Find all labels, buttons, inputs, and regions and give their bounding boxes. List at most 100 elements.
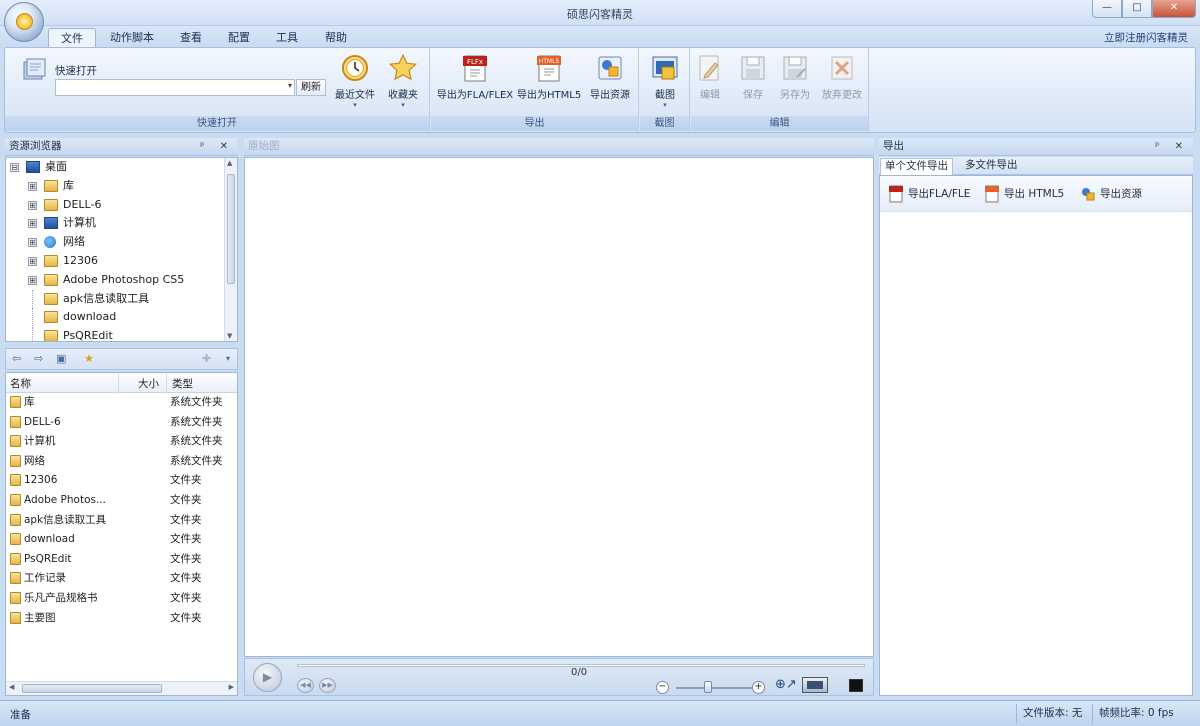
save-label: 保存: [743, 90, 763, 101]
next-frame-button[interactable]: ▶▶: [319, 678, 336, 693]
expand-icon[interactable]: ⊞: [28, 219, 37, 229]
folder-icon: [44, 273, 58, 286]
screenshot-button[interactable]: 截图 ▾: [637, 53, 693, 113]
expand-icon[interactable]: ⊞: [28, 275, 37, 285]
zoom-in-button[interactable]: +: [752, 681, 765, 694]
tree-item[interactable]: apk信息读取工具: [6, 289, 237, 309]
pin-close-icons[interactable]: ᵖ ✕: [200, 138, 234, 155]
preview-canvas[interactable]: [244, 157, 874, 657]
pin-close-icons[interactable]: ᵖ ✕: [1155, 138, 1189, 155]
quick-open-combo[interactable]: ▾: [55, 79, 295, 96]
tree-item[interactable]: PsQREdit: [6, 327, 237, 341]
tree-item[interactable]: ⊞ 计算机: [6, 214, 237, 233]
table-row[interactable]: PsQREdit 文件夹: [6, 550, 237, 570]
tree-item[interactable]: ⊞ 网络: [6, 233, 237, 252]
zoom-slider-track[interactable]: [676, 687, 756, 689]
export-resources-button[interactable]: 导出资源: [583, 53, 637, 113]
zoom-out-button[interactable]: −: [656, 681, 669, 694]
app-menu-button[interactable]: [4, 2, 44, 42]
maximize-button[interactable]: □: [1122, 0, 1152, 18]
tree-item[interactable]: ⊞ 12306: [6, 252, 237, 271]
scroll-left-icon[interactable]: ◀: [9, 683, 14, 691]
register-link[interactable]: 立即注册闪客精灵: [1104, 30, 1188, 45]
export-html5-action[interactable]: 导出 HTML5: [984, 185, 1064, 203]
save-as-label: 另存为: [780, 90, 810, 101]
prev-frame-button[interactable]: ◀◀: [297, 678, 314, 693]
column-size[interactable]: 大小: [138, 376, 159, 391]
zoom-slider-thumb[interactable]: [704, 681, 712, 693]
resources-icon: [1082, 188, 1095, 201]
column-divider[interactable]: [166, 373, 167, 393]
favorite-icon[interactable]: ★: [84, 352, 94, 365]
minimize-button[interactable]: —: [1092, 0, 1122, 18]
tree-rows: ⊟ 桌面 ⊞ 库 ⊞ DELL-6 ⊞ 计算机 ⊞ 网络 ⊞ 12306 ⊞ Adobe Photosho…: [6, 158, 237, 341]
table-row[interactable]: 网络 系统文件夹: [6, 452, 237, 472]
export-fla-button[interactable]: FLFx 导出为FLA/FLEX: [435, 53, 515, 113]
table-row[interactable]: 主要图 文件夹: [6, 609, 237, 629]
collapse-icon[interactable]: ⊟: [10, 163, 19, 172]
tree-item[interactable]: download: [6, 308, 237, 327]
file-list-hscrollbar[interactable]: ◀ ▶: [6, 681, 237, 695]
scroll-up-icon[interactable]: ▲: [227, 159, 232, 167]
save-as-button[interactable]: 另存为: [773, 53, 817, 113]
tab-single-export[interactable]: 单个文件导出: [880, 158, 953, 175]
view-icon[interactable]: ▣: [56, 352, 66, 365]
tree-scrollbar[interactable]: ▲ ▼: [224, 158, 237, 341]
scrollbar-thumb[interactable]: [22, 684, 162, 693]
save-button[interactable]: 保存: [731, 53, 775, 113]
table-row[interactable]: download 文件夹: [6, 530, 237, 550]
edit-button[interactable]: 编辑: [688, 53, 732, 113]
tree-item[interactable]: ⊞ Adobe Photoshop CS5: [6, 271, 237, 290]
table-row[interactable]: DELL-6 系统文件夹: [6, 413, 237, 433]
scroll-right-icon[interactable]: ▶: [229, 683, 234, 691]
tab-multi-export[interactable]: 多文件导出: [961, 158, 1022, 175]
tree-item[interactable]: ⊞ 库: [6, 177, 237, 196]
table-row[interactable]: 乐凡产品规格书 文件夹: [6, 589, 237, 609]
background-color-icon[interactable]: [849, 679, 863, 692]
add-icon[interactable]: ✚: [202, 352, 211, 365]
export-resources-action[interactable]: 导出资源: [1080, 185, 1142, 203]
refresh-button[interactable]: 刷新: [296, 79, 326, 96]
column-name[interactable]: 名称: [10, 376, 31, 391]
tab-help[interactable]: 帮助: [313, 28, 359, 48]
expand-icon[interactable]: ⊞: [28, 181, 37, 191]
column-divider[interactable]: [118, 373, 119, 393]
chevron-down-icon[interactable]: ▾: [288, 81, 292, 90]
tree-item[interactable]: ⊞ DELL-6: [6, 196, 237, 215]
expand-icon[interactable]: ⊞: [28, 238, 37, 248]
favorites-button[interactable]: 收藏夹 ▾: [375, 53, 431, 113]
play-button[interactable]: ▶: [253, 663, 282, 692]
table-row[interactable]: 工作记录 文件夹: [6, 569, 237, 589]
table-row[interactable]: 12306 文件夹: [6, 471, 237, 491]
scroll-down-icon[interactable]: ▼: [227, 332, 232, 340]
tab-tools[interactable]: 工具: [264, 28, 310, 48]
close-button[interactable]: ✕: [1152, 0, 1196, 18]
table-row[interactable]: 库 系统文件夹: [6, 393, 237, 413]
tab-config[interactable]: 配置: [216, 28, 262, 48]
edit-label: 编辑: [700, 90, 720, 101]
tab-action-script[interactable]: 动作脚本: [98, 28, 166, 48]
chevron-down-icon[interactable]: ▾: [226, 354, 230, 363]
column-type[interactable]: 类型: [172, 376, 193, 391]
back-icon[interactable]: ⇦: [12, 352, 21, 365]
browser-toolbar: ⇦ ⇨ ▣ ★ ✚ ▾: [5, 348, 238, 370]
expand-icon[interactable]: ⊞: [28, 200, 37, 210]
file-name-cell: 网络: [10, 452, 45, 471]
fullscreen-icon[interactable]: [802, 677, 828, 693]
zoom-fit-icon[interactable]: ⊕↗: [775, 677, 797, 692]
scrollbar-thumb[interactable]: [227, 174, 235, 284]
file-name-cell: Adobe Photos...: [10, 491, 106, 510]
tab-file[interactable]: 文件: [48, 28, 96, 48]
table-row[interactable]: 计算机 系统文件夹: [6, 432, 237, 452]
table-row[interactable]: Adobe Photos... 文件夹: [6, 491, 237, 511]
expand-icon[interactable]: ⊞: [28, 256, 37, 266]
table-row[interactable]: apk信息读取工具 文件夹: [6, 511, 237, 531]
export-panel-header: 导出 ᵖ ✕: [879, 138, 1193, 156]
export-html5-button[interactable]: HTML5 导出为HTML5: [517, 53, 581, 113]
save-as-icon: [783, 56, 807, 80]
discard-changes-button[interactable]: 放弃更改: [815, 53, 869, 113]
export-fla-action[interactable]: 导出FLA/FLE: [888, 185, 970, 203]
forward-icon[interactable]: ⇨: [34, 352, 43, 365]
tab-view[interactable]: 查看: [168, 28, 214, 48]
tree-item[interactable]: ⊟ 桌面: [6, 158, 237, 177]
